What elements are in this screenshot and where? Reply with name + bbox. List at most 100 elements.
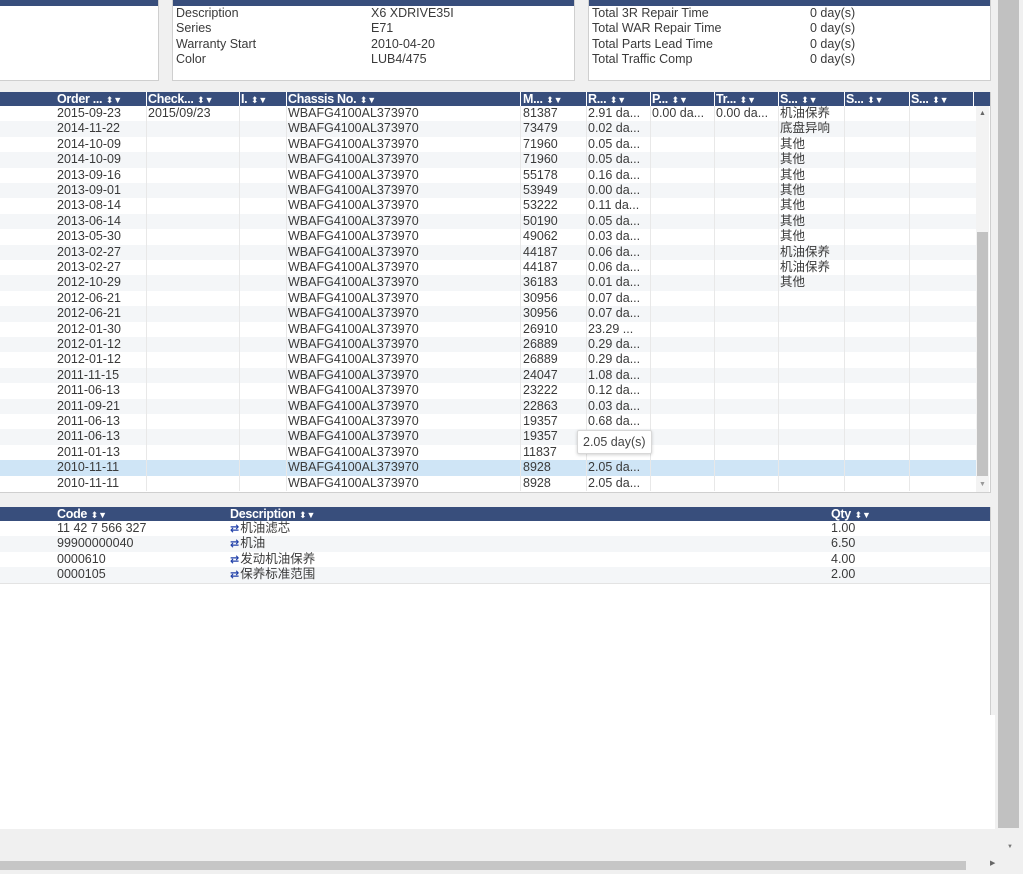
sort-filter-icon[interactable]: ⬍▼ [544,95,562,105]
swap-arrows-icon[interactable]: ⇄ [230,554,239,566]
table-cell: 2013-02-27 [57,244,121,259]
info-value: 0 day(s) [810,36,856,51]
scroll-right-arrow-icon[interactable]: ▶ [990,859,995,867]
row-divider [0,582,990,584]
table-cell: 2010-11-11 [57,475,120,490]
parts-header: Code ⬍▼ Description ⬍▼ Qty ⬍▼ [0,507,990,521]
table-cell: WBAFG4100AL373970 [288,136,419,151]
table-row[interactable]: 0000610 ⇄发动机油保养 4.00 [0,552,990,567]
table-cell: 2013-09-01 [57,183,121,197]
column-header[interactable]: Check... ⬍▼ [148,92,239,106]
part-code: 0000610 [57,551,106,566]
sort-filter-icon[interactable]: ⬍▼ [852,510,870,520]
column-header[interactable]: R... ⬍▼ [588,92,650,106]
column-header[interactable]: Order ... ⬍▼ [57,92,146,106]
table-cell: 2012-01-12 [57,337,121,351]
table-cell: 2012-01-12 [57,352,121,367]
sort-filter-icon[interactable]: ⬍▼ [296,510,315,520]
table-row[interactable]: 0000105 ⇄保养标准范围 2.00 [0,567,990,583]
table-cell: 81387 [523,106,558,120]
swap-arrows-icon[interactable]: ⇄ [230,569,239,581]
table-cell: 73479 [523,121,558,136]
sort-filter-icon[interactable]: ⬍▼ [669,95,687,105]
table-cell: 50190 [523,213,558,228]
left-info-panel [0,0,159,81]
column-header-label: I. [241,92,248,106]
table-cell: WBAFG4100AL373970 [288,260,419,274]
column-header[interactable]: Chassis No. ⬍▼ [288,92,518,106]
table-cell: 30956 [523,290,558,305]
orders-header: Order ... ⬍▼ Check... ⬍▼ I. ⬍▼ Chassis No. … [0,92,990,106]
sort-filter-icon[interactable]: ⬍▼ [357,95,376,105]
column-header[interactable]: Description ⬍▼ [230,507,790,521]
info-label: Description [176,6,239,20]
page-vertical-scrollbar[interactable]: ▼ [995,0,1023,856]
part-description[interactable]: ⇄机油 [230,536,265,552]
sort-filter-icon[interactable]: ⬍▼ [195,95,213,105]
table-cell: WBAFG4100AL373970 [288,183,419,197]
scroll-up-arrow-icon[interactable]: ▲ [979,110,986,117]
column-header[interactable]: S... ⬍▼ [846,92,908,106]
part-description[interactable]: ⇄机油滤芯 [230,521,290,537]
table-cell: 53222 [523,198,558,213]
page-scroll-down-icon[interactable]: ▼ [1007,844,1013,850]
column-header[interactable]: S... ⬍▼ [911,92,971,106]
table-cell: 其他 [780,198,806,213]
sort-filter-icon[interactable]: ⬍▼ [607,95,626,105]
column-header-label: P... [652,92,668,106]
page-horizontal-scrollbar[interactable]: ▶ [0,856,1023,874]
column-header[interactable]: M... ⬍▼ [523,92,585,106]
table-cell: 11837 [523,444,557,459]
column-header-label: R... [588,92,607,106]
table-cell: 19357 [523,414,558,428]
table-cell: 0.00 da... [588,183,641,197]
part-description[interactable]: ⇄保养标准范围 [230,567,315,583]
info-label: Color [176,52,206,67]
sort-filter-icon[interactable]: ⬍▼ [88,510,107,520]
column-separator [520,92,521,106]
table-cell: 其他 [780,152,806,167]
page-scrollbar-thumb[interactable] [998,0,1019,828]
column-header-label: S... [846,92,864,106]
hscroll-thumb[interactable] [0,861,966,870]
column-header[interactable]: P... ⬍▼ [652,92,712,106]
table-cell: 55178 [523,167,558,182]
column-header[interactable]: Code ⬍▼ [57,507,217,521]
scrollbar-thumb[interactable] [977,232,988,476]
column-header-label: Tr... [716,92,737,106]
table-cell: WBAFG4100AL373970 [288,244,419,259]
table-cell: WBAFG4100AL373970 [288,352,419,367]
table-cell: WBAFG4100AL373970 [288,367,419,382]
orders-scrollbar[interactable]: ▲ ▼ [976,106,989,492]
column-header-label: Code [57,507,88,521]
column-separator [286,92,287,106]
table-row[interactable]: 11 42 7 566 327 ⇄机油滤芯 1.00 [0,521,990,536]
scroll-down-arrow-icon[interactable]: ▼ [979,481,986,488]
swap-arrows-icon[interactable]: ⇄ [230,523,239,535]
column-header[interactable]: I. ⬍▼ [241,92,285,106]
table-cell: 0.00 da... [652,106,705,120]
table-cell: WBAFG4100AL373970 [288,429,419,444]
table-row[interactable]: 99900000040 ⇄机油 6.50 [0,536,990,552]
vehicle-info-panel: Description X6 XDRIVE35I Series E71 Warranty… [172,0,575,81]
swap-arrows-icon[interactable]: ⇄ [230,538,239,550]
column-header[interactable]: Qty ⬍▼ [831,507,931,521]
table-cell: WBAFG4100AL373970 [288,414,419,428]
sort-filter-icon[interactable]: ⬍▼ [737,95,756,105]
sort-filter-icon[interactable]: ⬍▼ [248,95,267,105]
sort-filter-icon[interactable]: ⬍▼ [799,95,817,105]
table-cell: WBAFG4100AL373970 [288,321,419,336]
column-separator [778,92,779,106]
table-cell: 2013-08-14 [57,198,121,213]
sort-filter-icon[interactable]: ⬍▼ [930,95,948,105]
info-label: Series [176,21,212,36]
part-description[interactable]: ⇄发动机油保养 [230,552,315,568]
column-header[interactable]: Tr... ⬍▼ [716,92,776,106]
column-header[interactable]: S... ⬍▼ [780,92,842,106]
column-header-label: Qty [831,507,851,521]
sort-filter-icon[interactable]: ⬍▼ [865,95,883,105]
table-cell: WBAFG4100AL373970 [288,213,419,228]
info-value: LUB4/475 [371,52,427,67]
sort-filter-icon[interactable]: ⬍▼ [103,95,122,105]
table-cell: 2012-10-29 [57,275,121,290]
